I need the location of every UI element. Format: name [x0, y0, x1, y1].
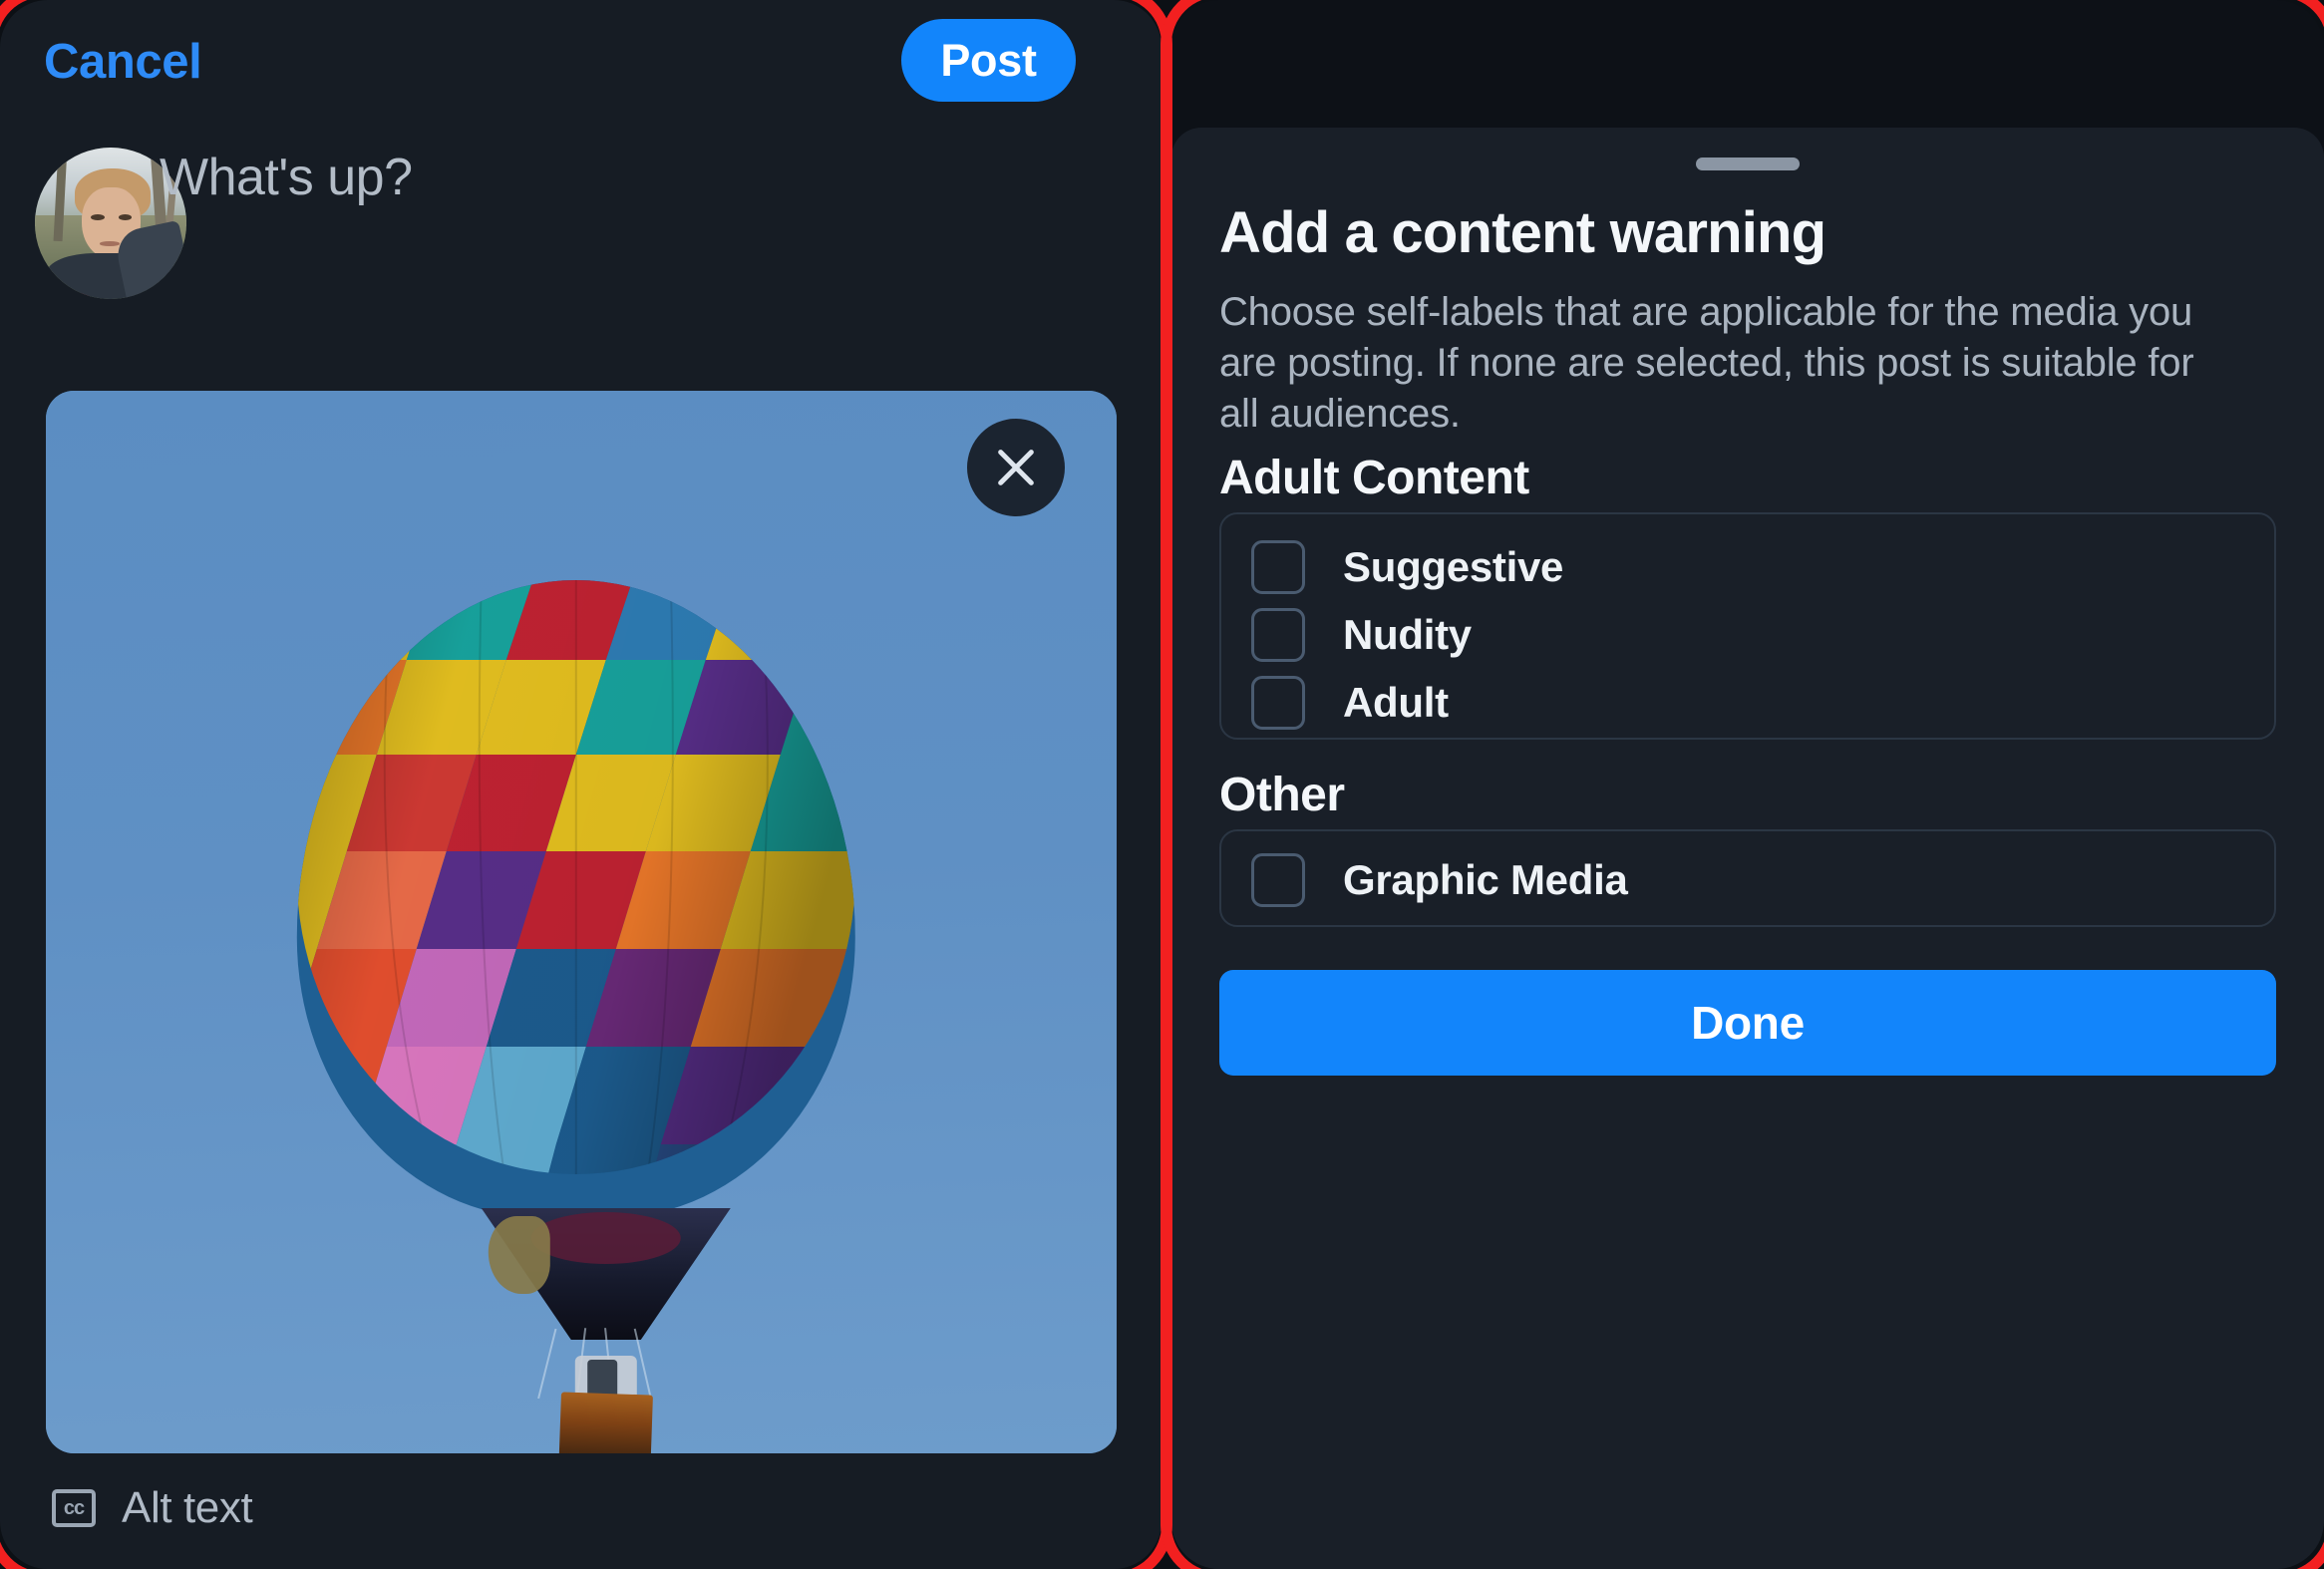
- option-row-adult[interactable]: Adult: [1251, 676, 1449, 730]
- checkbox-graphic-media[interactable]: [1251, 853, 1305, 907]
- composer-header: Cancel Post: [0, 0, 1162, 128]
- option-label: Graphic Media: [1343, 856, 1628, 903]
- checkbox-adult[interactable]: [1251, 676, 1305, 730]
- content-warning-panel: Add a content warning Choose self-labels…: [1171, 0, 2324, 1569]
- option-row-nudity[interactable]: Nudity: [1251, 608, 1472, 662]
- checkbox-suggestive[interactable]: [1251, 540, 1305, 594]
- skirt-highlight: [488, 1216, 550, 1294]
- option-group-other: Graphic Media: [1219, 829, 2276, 927]
- option-label: Suggestive: [1343, 543, 1564, 590]
- close-icon: [998, 450, 1034, 485]
- sheet-title: Add a content warning: [1219, 200, 1826, 265]
- post-button[interactable]: Post: [901, 19, 1076, 102]
- avatar-eye: [91, 213, 105, 220]
- bottom-sheet: Add a content warning Choose self-labels…: [1171, 128, 2324, 1569]
- balloon-basket-assembly: [477, 1208, 736, 1453]
- section-heading-other: Other: [1219, 769, 1345, 821]
- sheet-drag-handle[interactable]: [1696, 157, 1800, 170]
- balloon-wicker-basket: [558, 1392, 653, 1453]
- section-heading-adult-content: Adult Content: [1219, 452, 1529, 504]
- cancel-button[interactable]: Cancel: [44, 34, 202, 90]
- checkbox-nudity[interactable]: [1251, 608, 1305, 662]
- screenshot-stage: Cancel Post What's up? cc Alt text Add a…: [0, 0, 2324, 1569]
- remove-media-button[interactable]: [967, 419, 1065, 516]
- closed-caption-icon: cc: [52, 1489, 96, 1527]
- skirt-highlight: [530, 1212, 681, 1264]
- option-label: Adult: [1343, 679, 1449, 726]
- option-row-graphic-media[interactable]: Graphic Media: [1251, 853, 1628, 907]
- alt-text-button[interactable]: cc Alt text: [52, 1483, 253, 1533]
- media-preview[interactable]: [46, 391, 1117, 1453]
- option-group-adult-content: Suggestive Nudity Adult: [1219, 512, 2276, 740]
- option-row-suggestive[interactable]: Suggestive: [1251, 540, 1563, 594]
- alt-text-label: Alt text: [122, 1483, 253, 1532]
- balloon-envelope: [296, 580, 855, 1218]
- post-composer-panel: Cancel Post What's up? cc Alt text: [0, 0, 1162, 1569]
- done-button[interactable]: Done: [1219, 970, 2276, 1076]
- avatar-mouth: [100, 241, 121, 246]
- hot-air-balloon-image: [296, 580, 915, 1453]
- avatar-eye: [118, 213, 133, 220]
- post-text-input[interactable]: What's up?: [160, 148, 413, 207]
- option-label: Nudity: [1343, 611, 1472, 658]
- sheet-description: Choose self-labels that are applicable f…: [1219, 290, 2194, 436]
